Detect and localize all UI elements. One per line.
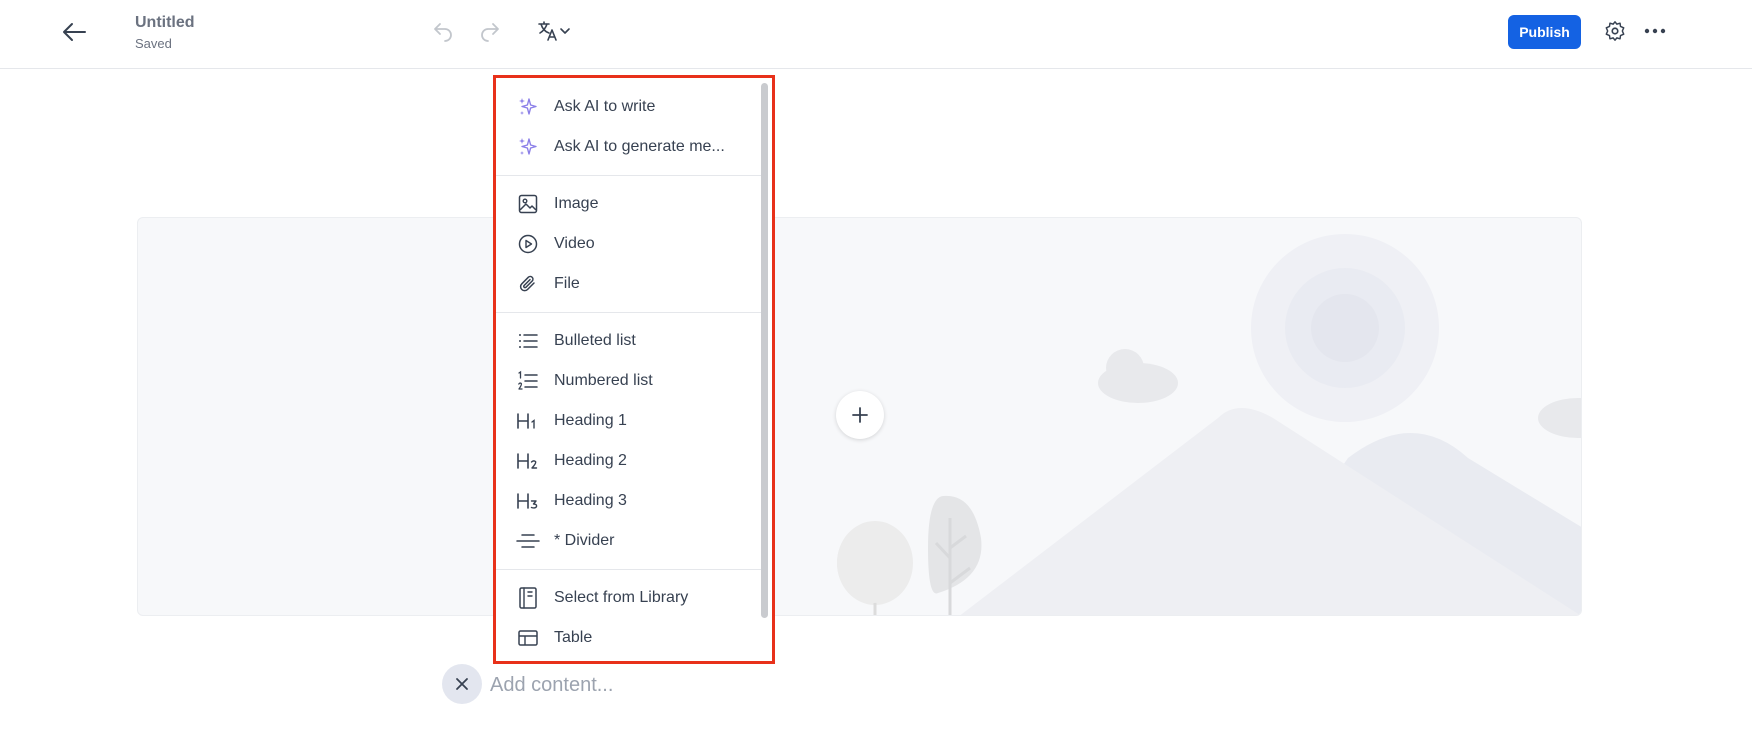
redo-button[interactable] [475,16,505,46]
menu-item-label: Image [554,195,599,212]
menu-item-file[interactable]: File [496,264,762,304]
heading-3-icon [516,489,540,513]
menu-item-label: Bulleted list [554,332,636,349]
menu-item-numbered-list[interactable]: Numbered list [496,361,762,401]
menu-item-heading-1[interactable]: Heading 1 [496,401,762,441]
menu-item-ask-ai-write[interactable]: Ask AI to write [496,87,762,127]
menu-item-label: Select from Library [554,589,689,606]
heading-2-icon [516,449,540,473]
plus-icon [852,407,868,423]
menu-item-table[interactable]: Table [496,618,762,658]
menu-item-label: Ask AI to generate me... [554,138,725,155]
heading-1-icon [516,409,540,433]
menu-divider [496,569,762,570]
close-menu-button[interactable] [442,664,482,704]
document-title[interactable]: Untitled [135,14,195,32]
menu-scrollbar[interactable] [761,83,768,618]
add-image-button[interactable] [836,391,884,439]
sparkle-icon [516,135,540,159]
menu-divider [496,175,762,176]
close-icon [456,678,468,690]
menu-item-image[interactable]: Image [496,184,762,224]
menu-item-label: File [554,275,580,292]
menu-item-ask-ai-generate[interactable]: Ask AI to generate me... [496,127,762,167]
menu-item-label: Table [554,629,593,646]
save-status: Saved [135,36,172,51]
translate-icon [538,21,557,41]
menu-divider [496,312,762,313]
top-bar: Untitled Saved Publish [0,0,1752,69]
settings-icon [1605,21,1625,41]
publish-button[interactable]: Publish [1508,15,1581,49]
menu-item-divider[interactable]: * Divider [496,521,762,561]
menu-item-bulleted-list[interactable]: Bulleted list [496,321,762,361]
image-icon [516,192,540,216]
menu-item-label: Numbered list [554,372,653,389]
undo-button[interactable] [428,16,458,46]
table-icon [516,626,540,650]
menu-item-video[interactable]: Video [496,224,762,264]
insert-menu-list: Ask AI to write Ask AI to generate me...… [496,78,762,658]
menu-item-select-from-library[interactable]: Select from Library [496,578,762,618]
add-content-input[interactable] [490,670,890,700]
divider-icon [516,529,540,553]
back-arrow-icon [63,23,86,41]
menu-item-label: Heading 3 [554,492,627,509]
library-icon [516,586,540,610]
numbered-list-icon [516,369,540,393]
back-button[interactable] [56,14,92,50]
menu-item-label: Heading 1 [554,412,627,429]
settings-button[interactable] [1600,16,1630,46]
menu-item-label: Video [554,235,595,252]
chevron-down-icon [560,28,570,34]
more-options-button[interactable] [1640,16,1670,46]
undo-icon [434,23,452,42]
menu-item-label: Heading 2 [554,452,627,469]
menu-item-label: Ask AI to write [554,98,656,115]
translate-dropdown[interactable] [532,16,576,46]
more-icon [1644,28,1666,34]
menu-item-heading-2[interactable]: Heading 2 [496,441,762,481]
redo-icon [481,23,499,42]
menu-item-label: * Divider [554,532,615,549]
bulleted-list-icon [516,329,540,353]
paperclip-icon [516,272,540,296]
video-icon [516,232,540,256]
insert-block-menu: Ask AI to write Ask AI to generate me...… [493,75,775,664]
menu-item-heading-3[interactable]: Heading 3 [496,481,762,521]
sparkle-icon [516,95,540,119]
